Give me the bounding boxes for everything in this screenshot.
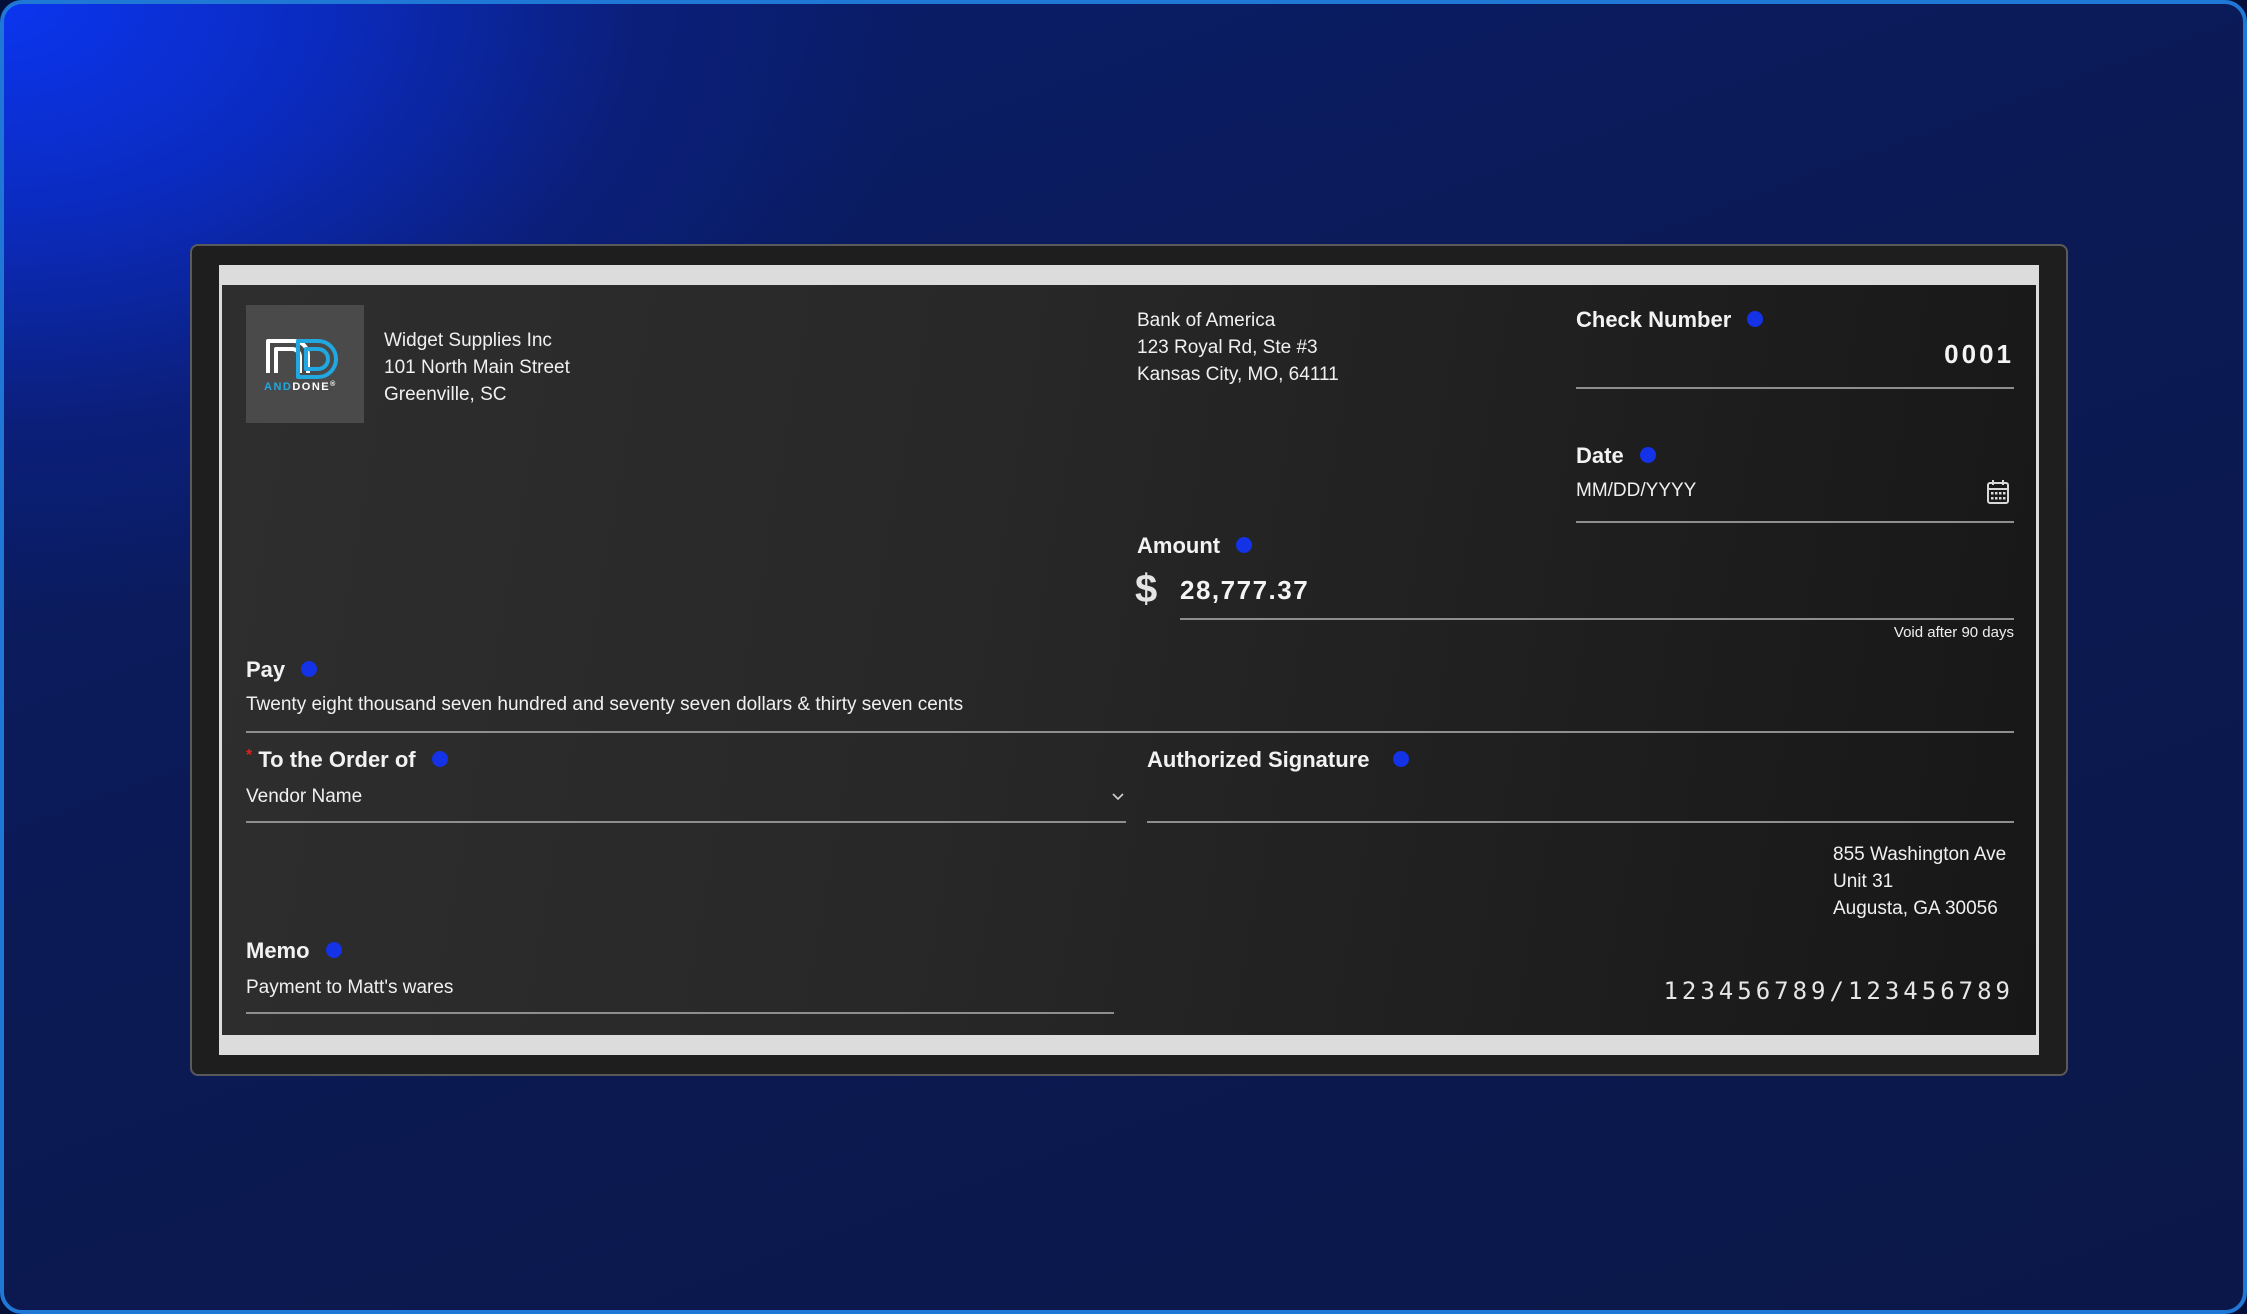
vendor-select-value: Vendor Name <box>246 786 363 807</box>
payee-city: Augusta, GA 30056 <box>1833 898 1998 919</box>
pay-amount-words[interactable]: Twenty eight thousand seven hundred and … <box>246 691 963 718</box>
check: ANDDONE® Widget Supplies Inc 101 North M… <box>219 265 2039 1055</box>
currency-symbol: $ <box>1135 567 1158 611</box>
amount-info-icon[interactable] <box>1236 537 1253 554</box>
check-number-value[interactable]: 0001 <box>1576 339 2014 370</box>
signature-label-text: Authorized Signature <box>1147 747 1370 772</box>
signature-info-icon[interactable] <box>1393 751 1410 768</box>
bank-name: Bank of America <box>1137 310 1276 331</box>
pay-label-text: Pay <box>246 657 286 682</box>
payee-address: 855 Washington Ave Unit 31 Augusta, GA 3… <box>1833 841 2006 922</box>
anddone-logo-icon <box>266 339 338 379</box>
order-label-text: To the Order of <box>258 747 416 772</box>
check-number-label-text: Check Number <box>1576 307 1732 332</box>
logo-text-and: AND <box>264 381 293 393</box>
check-number-info-icon[interactable] <box>1747 311 1764 328</box>
payee-street: 855 Washington Ave <box>1833 844 2007 865</box>
date-label-text: Date <box>1576 443 1624 468</box>
check-number-label: Check Number <box>1576 307 1764 333</box>
memo-label: Memo <box>246 938 342 964</box>
signature-field[interactable] <box>1147 785 2014 819</box>
bank-city: Kansas City, MO, 64111 <box>1137 364 1339 385</box>
date-label: Date <box>1576 443 1656 469</box>
order-label: * To the Order of <box>246 747 448 773</box>
logo-text: ANDDONE® <box>264 381 337 393</box>
company-name: Widget Supplies Inc <box>384 330 552 351</box>
memo-underline <box>246 1012 1114 1014</box>
date-field[interactable]: MM/DD/YYYY <box>1576 477 2014 511</box>
check-number-underline <box>1576 387 2014 389</box>
logo-text-done: DONE <box>292 381 331 393</box>
chevron-down-icon[interactable] <box>1112 793 1124 801</box>
required-marker: * <box>246 747 253 764</box>
pay-label: Pay <box>246 657 318 683</box>
order-underline <box>246 821 1126 823</box>
bank-address: Bank of America 123 Royal Rd, Ste #3 Kan… <box>1137 307 1339 388</box>
micr-line: 123456789/123456789 <box>1663 977 2014 1005</box>
amount-value[interactable]: 28,777.37 <box>1180 575 1309 606</box>
company-address: Widget Supplies Inc 101 North Main Stree… <box>384 327 570 408</box>
date-info-icon[interactable] <box>1639 447 1656 464</box>
void-note: Void after 90 days <box>1893 624 2014 641</box>
signature-label: Authorized Signature <box>1147 747 1410 773</box>
amount-label: Amount <box>1137 533 1253 559</box>
amount-underline <box>1180 618 2014 620</box>
signature-underline <box>1147 821 2014 823</box>
memo-info-icon[interactable] <box>325 942 342 959</box>
memo-label-text: Memo <box>246 938 310 963</box>
background-frame: ANDDONE® Widget Supplies Inc 101 North M… <box>0 0 2247 1314</box>
date-placeholder: MM/DD/YYYY <box>1576 480 1697 501</box>
company-logo: ANDDONE® <box>246 305 364 423</box>
pay-underline <box>246 731 2014 733</box>
company-street: 101 North Main Street <box>384 357 570 378</box>
vendor-select[interactable]: Vendor Name <box>246 783 1126 817</box>
memo-value[interactable]: Payment to Matt's wares <box>246 974 453 1001</box>
calendar-icon[interactable] <box>1986 479 2010 505</box>
order-info-icon[interactable] <box>431 751 448 768</box>
date-underline <box>1576 521 2014 523</box>
company-city: Greenville, SC <box>384 384 507 405</box>
pay-info-icon[interactable] <box>301 661 318 678</box>
bank-street: 123 Royal Rd, Ste #3 <box>1137 337 1318 358</box>
payee-unit: Unit 31 <box>1833 871 1894 892</box>
amount-label-text: Amount <box>1137 533 1221 558</box>
logo-trademark: ® <box>330 381 337 388</box>
